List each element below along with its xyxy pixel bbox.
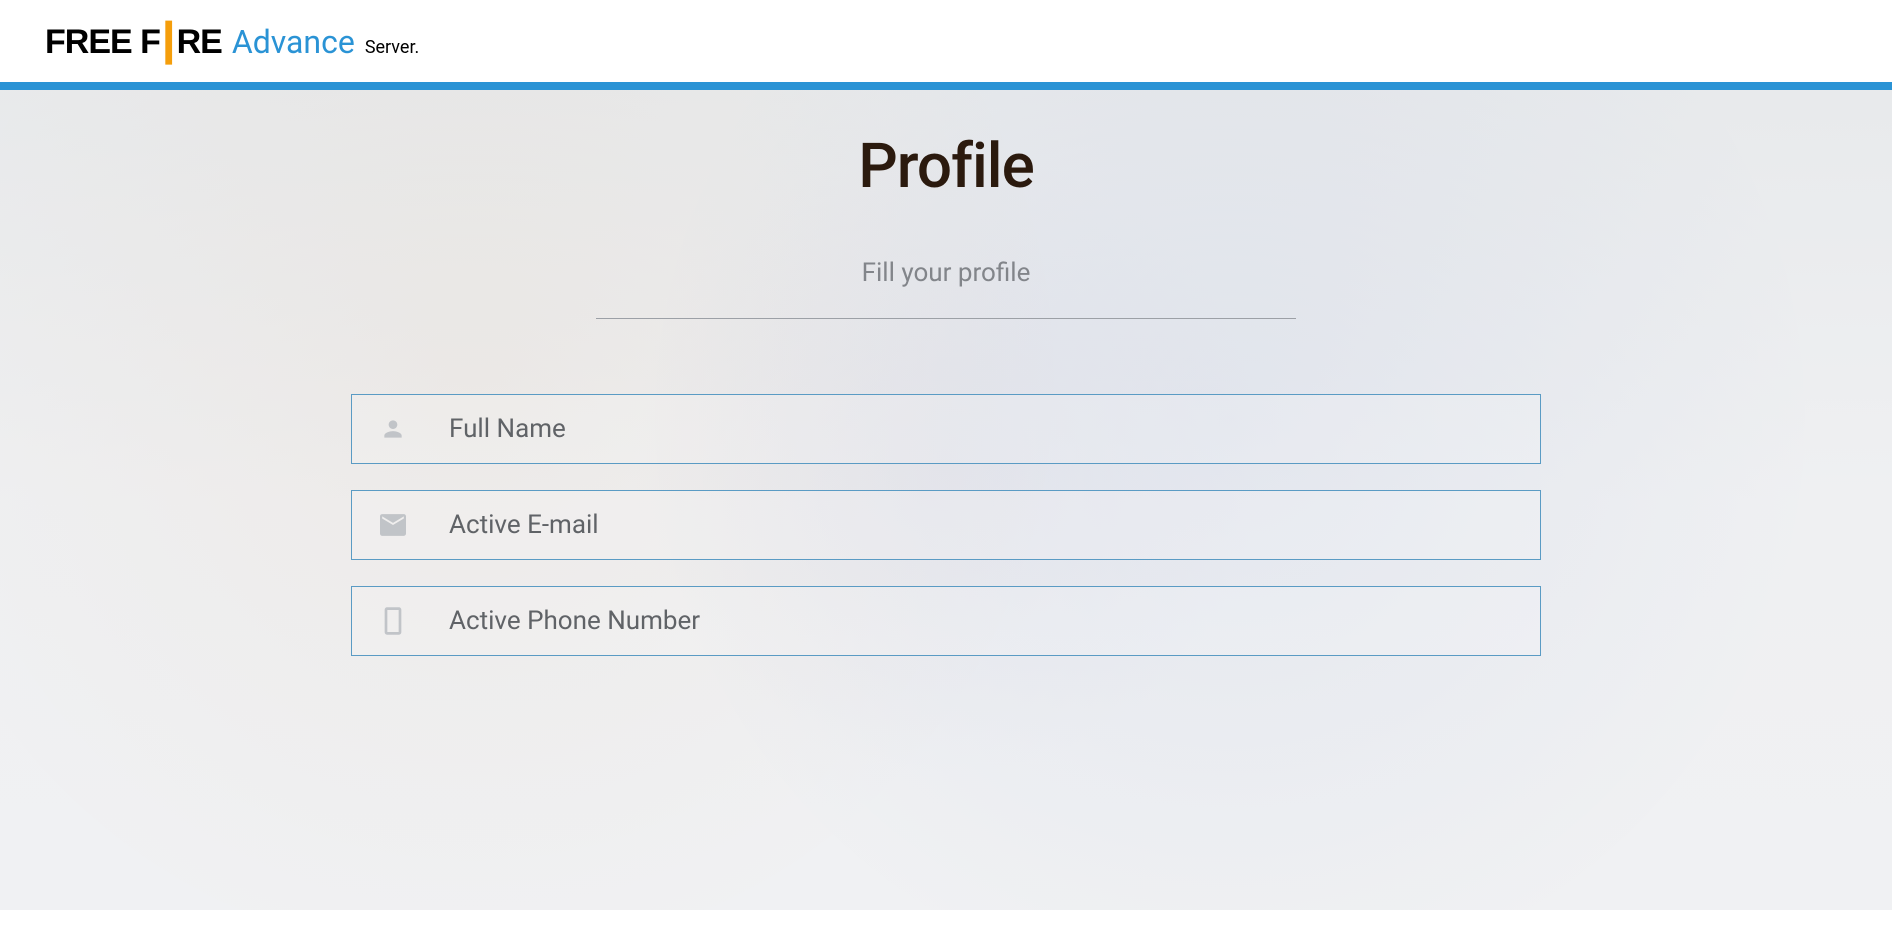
- content-area: Profile Fill your profile: [0, 90, 1892, 910]
- logo-text-part1: FREE F: [45, 23, 160, 62]
- logo[interactable]: FREE F┃RE Advance Server.: [45, 20, 419, 62]
- phone-input[interactable]: [449, 606, 1520, 636]
- profile-container: Profile Fill your profile: [346, 130, 1546, 656]
- logo-text-part2: RE: [177, 23, 222, 62]
- person-icon: [377, 413, 409, 445]
- profile-subtitle: Fill your profile: [346, 258, 1546, 288]
- logo-advance-text: Advance: [232, 23, 355, 61]
- email-input[interactable]: [449, 510, 1520, 540]
- header: FREE F┃RE Advance Server.: [0, 0, 1892, 82]
- logo-freefire: FREE F┃RE: [45, 20, 222, 62]
- email-field-wrapper[interactable]: [351, 490, 1541, 560]
- subtitle-divider: [596, 318, 1296, 319]
- phone-field-wrapper[interactable]: [351, 586, 1541, 656]
- logo-server-text: Server.: [365, 37, 419, 58]
- mail-icon: [377, 509, 409, 541]
- profile-title: Profile: [346, 130, 1546, 203]
- profile-form: [346, 394, 1546, 656]
- phone-icon: [377, 605, 409, 637]
- logo-sword-icon: ┃: [158, 22, 179, 64]
- header-divider: [0, 82, 1892, 90]
- fullname-field-wrapper[interactable]: [351, 394, 1541, 464]
- fullname-input[interactable]: [449, 414, 1520, 444]
